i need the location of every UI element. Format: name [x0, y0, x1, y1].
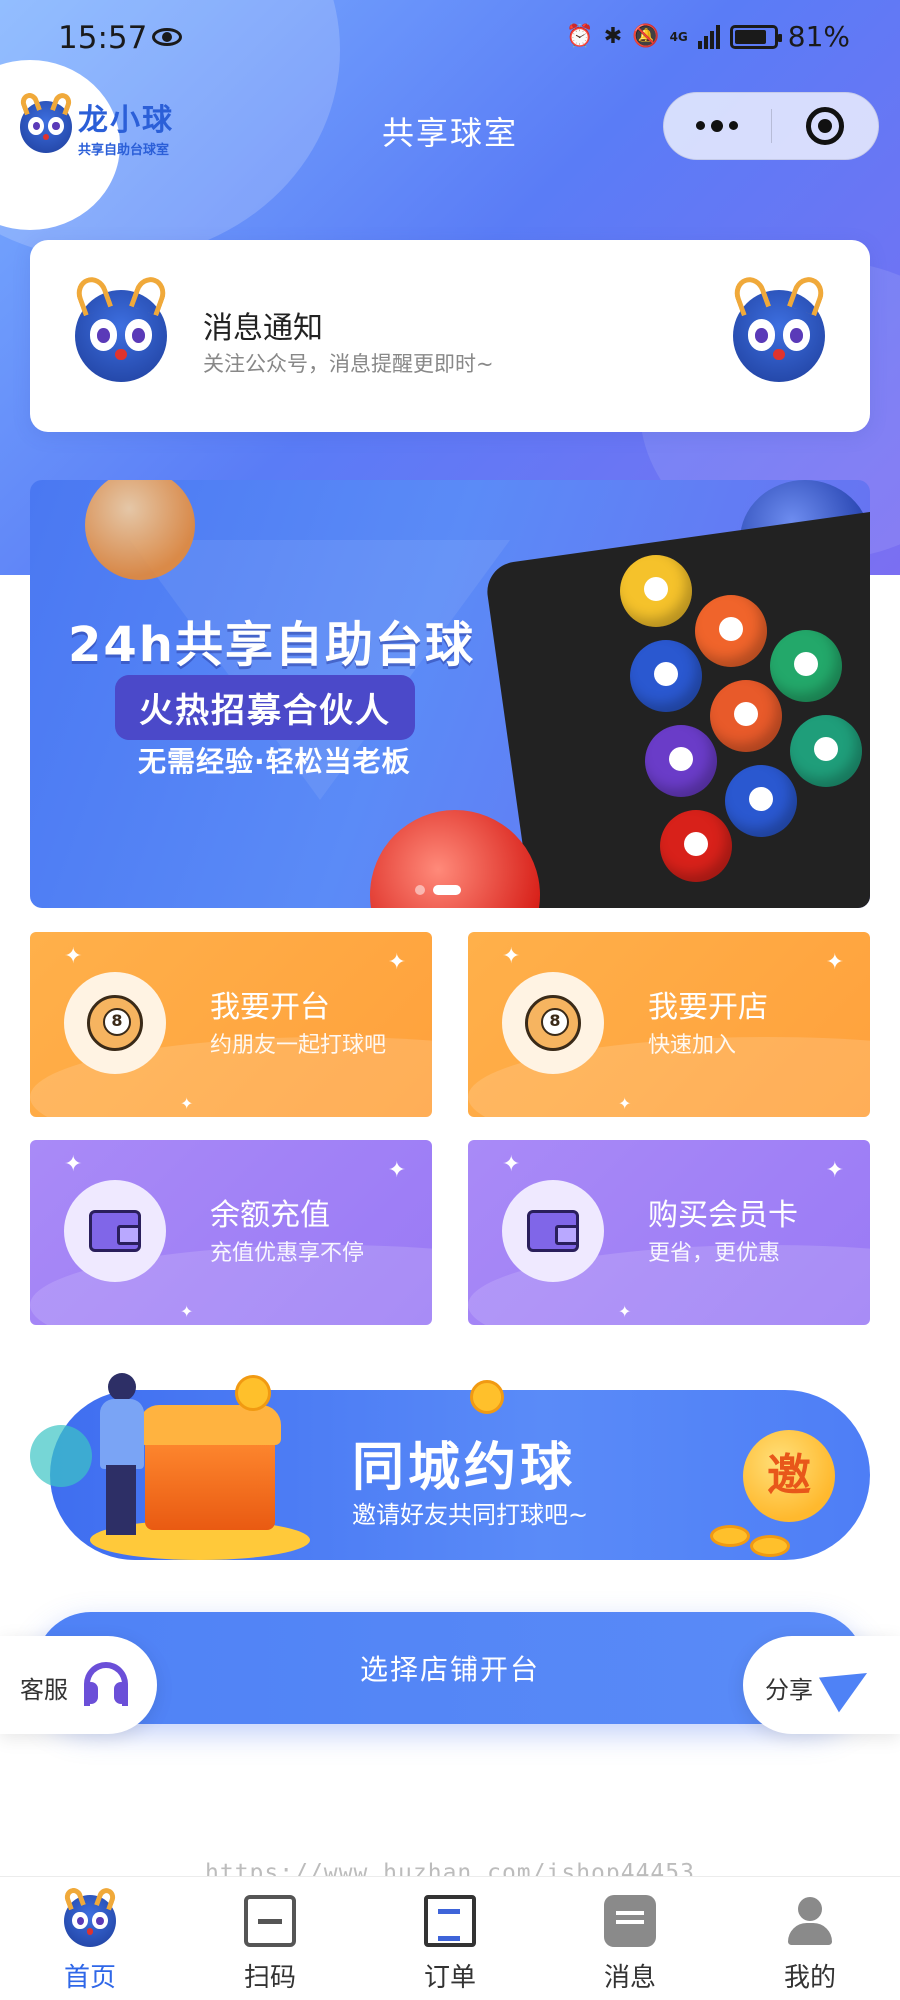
- tab-scan[interactable]: 扫码: [180, 1877, 360, 2000]
- status-icons: ⏰ ✱ 🔕 4G 81%: [566, 20, 850, 53]
- paper-plane-icon: [818, 1655, 878, 1713]
- sparkle-icon: ✦: [180, 1302, 194, 1321]
- card-subtitle: 充值优惠享不停: [210, 1241, 365, 1266]
- mascot-icon: [729, 272, 829, 382]
- bottom-tab-bar: 首页 扫码 订单 消息 我的: [0, 1876, 900, 2000]
- close-button[interactable]: [771, 107, 878, 145]
- tab-label: 消息: [603, 1963, 656, 1993]
- alarm-icon: ⏰: [566, 24, 594, 49]
- invite-title: 同城约球: [352, 1438, 577, 1498]
- network-label: 4G: [669, 29, 688, 44]
- coin-icon: [710, 1525, 750, 1547]
- billiard-ball-image: [790, 715, 862, 787]
- open-table-card[interactable]: ✦ ✦ ✦ 我要开台 约朋友一起打球吧: [30, 932, 432, 1117]
- sparkle-icon: ✦: [825, 1158, 844, 1183]
- service-label: 客服: [20, 1676, 68, 1704]
- mute-icon: 🔕: [632, 24, 660, 49]
- invite-banner[interactable]: 同城约球 邀请好友共同打球吧~ 邀: [30, 1355, 870, 1575]
- scan-icon: [244, 1895, 296, 1947]
- tab-label: 订单: [423, 1963, 476, 1993]
- tab-label: 扫码: [243, 1963, 296, 1993]
- billiard-ball-image: [630, 640, 702, 712]
- signal-icon: [697, 24, 720, 49]
- profile-icon: [784, 1895, 836, 1947]
- headphones-icon: [84, 1662, 128, 1706]
- sparkle-icon: ✦: [825, 950, 844, 975]
- select-store-label: 选择店铺开台: [359, 1653, 540, 1686]
- sparkle-icon: ✦: [618, 1302, 632, 1321]
- card-subtitle: 约朋友一起打球吧: [210, 1033, 387, 1058]
- sparkle-icon: ✦: [502, 944, 521, 969]
- miniprogram-capsule: [663, 92, 879, 160]
- card-title: 购买会员卡: [648, 1198, 798, 1233]
- customer-service-button[interactable]: 客服: [0, 1636, 157, 1734]
- billiard-ball-image: [770, 630, 842, 702]
- coin-icon: [470, 1380, 504, 1414]
- message-icon: [604, 1895, 656, 1947]
- billiard-ball-image: [645, 725, 717, 797]
- select-store-button[interactable]: 选择店铺开台: [35, 1612, 865, 1724]
- card-title: 我要开台: [210, 990, 330, 1025]
- card-subtitle: 快速加入: [648, 1033, 737, 1058]
- invite-subtitle: 邀请好友共同打球吧~: [352, 1501, 589, 1529]
- decor-circle: [30, 1425, 92, 1487]
- sparkle-icon: ✦: [64, 1152, 83, 1177]
- banner-tagline: 无需经验·轻松当老板: [138, 745, 411, 778]
- tab-label: 首页: [63, 1963, 116, 1993]
- billiard-ball-image: [710, 680, 782, 752]
- billiard-ball-image: [695, 595, 767, 667]
- billiard-ball-image: [725, 765, 797, 837]
- promo-banner[interactable]: 24h共享自助台球 火热招募合伙人 无需经验·轻松当老板: [30, 480, 870, 908]
- tab-label: 我的: [783, 1963, 836, 1993]
- invite-badge: 邀: [743, 1430, 835, 1522]
- eye-icon: [152, 28, 182, 46]
- carousel-indicator: [415, 885, 461, 895]
- sparkle-icon: ✦: [502, 1152, 521, 1177]
- more-button[interactable]: [664, 119, 771, 132]
- open-store-card[interactable]: ✦ ✦ ✦ 我要开店 快速加入: [468, 932, 870, 1117]
- target-icon: [805, 107, 844, 145]
- billiard-ball-image: [620, 555, 692, 627]
- share-label: 分享: [765, 1676, 813, 1704]
- sparkle-icon: ✦: [64, 944, 83, 969]
- card-title: 我要开店: [648, 990, 768, 1025]
- notice-card[interactable]: 消息通知 关注公众号，消息提醒更即时~: [30, 240, 870, 432]
- person-illustration: [90, 1355, 150, 1545]
- card-title: 余额充值: [210, 1198, 330, 1233]
- treasure-chest-image: [139, 1405, 281, 1530]
- app-root: 15:57 ⏰ ✱ 🔕 4G 81% 龙小球 共享自助台球室 共享球室 消息通知: [0, 0, 900, 2000]
- status-bar: 15:57 ⏰ ✱ 🔕 4G 81%: [0, 0, 900, 80]
- coin-icon: [235, 1375, 271, 1411]
- tab-home[interactable]: 首页: [0, 1877, 180, 2000]
- coin-icon: [750, 1535, 790, 1557]
- recharge-card[interactable]: ✦ ✦ ✦ 余额充值 充值优惠享不停: [30, 1140, 432, 1325]
- banner-headline: 24h共享自助台球: [68, 617, 475, 673]
- tab-orders[interactable]: 订单: [360, 1877, 540, 2000]
- share-button[interactable]: 分享: [743, 1636, 900, 1734]
- tab-messages[interactable]: 消息: [540, 1877, 720, 2000]
- battery-percent: 81%: [787, 20, 850, 53]
- wallet-icon: [502, 1180, 604, 1282]
- banner-pill: 火热招募合伙人: [115, 675, 415, 740]
- sparkle-icon: ✦: [387, 1158, 406, 1183]
- membership-card[interactable]: ✦ ✦ ✦ 购买会员卡 更省，更优惠: [468, 1140, 870, 1325]
- home-mascot-icon: [62, 1885, 118, 1947]
- sparkle-icon: ✦: [180, 1094, 194, 1113]
- notice-title: 消息通知: [203, 311, 323, 346]
- order-icon: [424, 1895, 476, 1947]
- bluetooth-icon: ✱: [603, 24, 623, 49]
- notice-subtitle: 关注公众号，消息提醒更即时~: [203, 352, 494, 376]
- billiard-ball-image: [660, 810, 732, 882]
- mascot-icon: [71, 272, 171, 382]
- sparkle-icon: ✦: [387, 950, 406, 975]
- sparkle-icon: ✦: [618, 1094, 632, 1113]
- tab-profile[interactable]: 我的: [720, 1877, 900, 2000]
- billiard-ball-icon: [64, 972, 166, 1074]
- card-subtitle: 更省，更优惠: [648, 1241, 781, 1266]
- status-time: 15:57: [58, 20, 148, 56]
- battery-icon: [729, 24, 782, 49]
- billiard-ball-icon: [502, 972, 604, 1074]
- wallet-icon: [64, 1180, 166, 1282]
